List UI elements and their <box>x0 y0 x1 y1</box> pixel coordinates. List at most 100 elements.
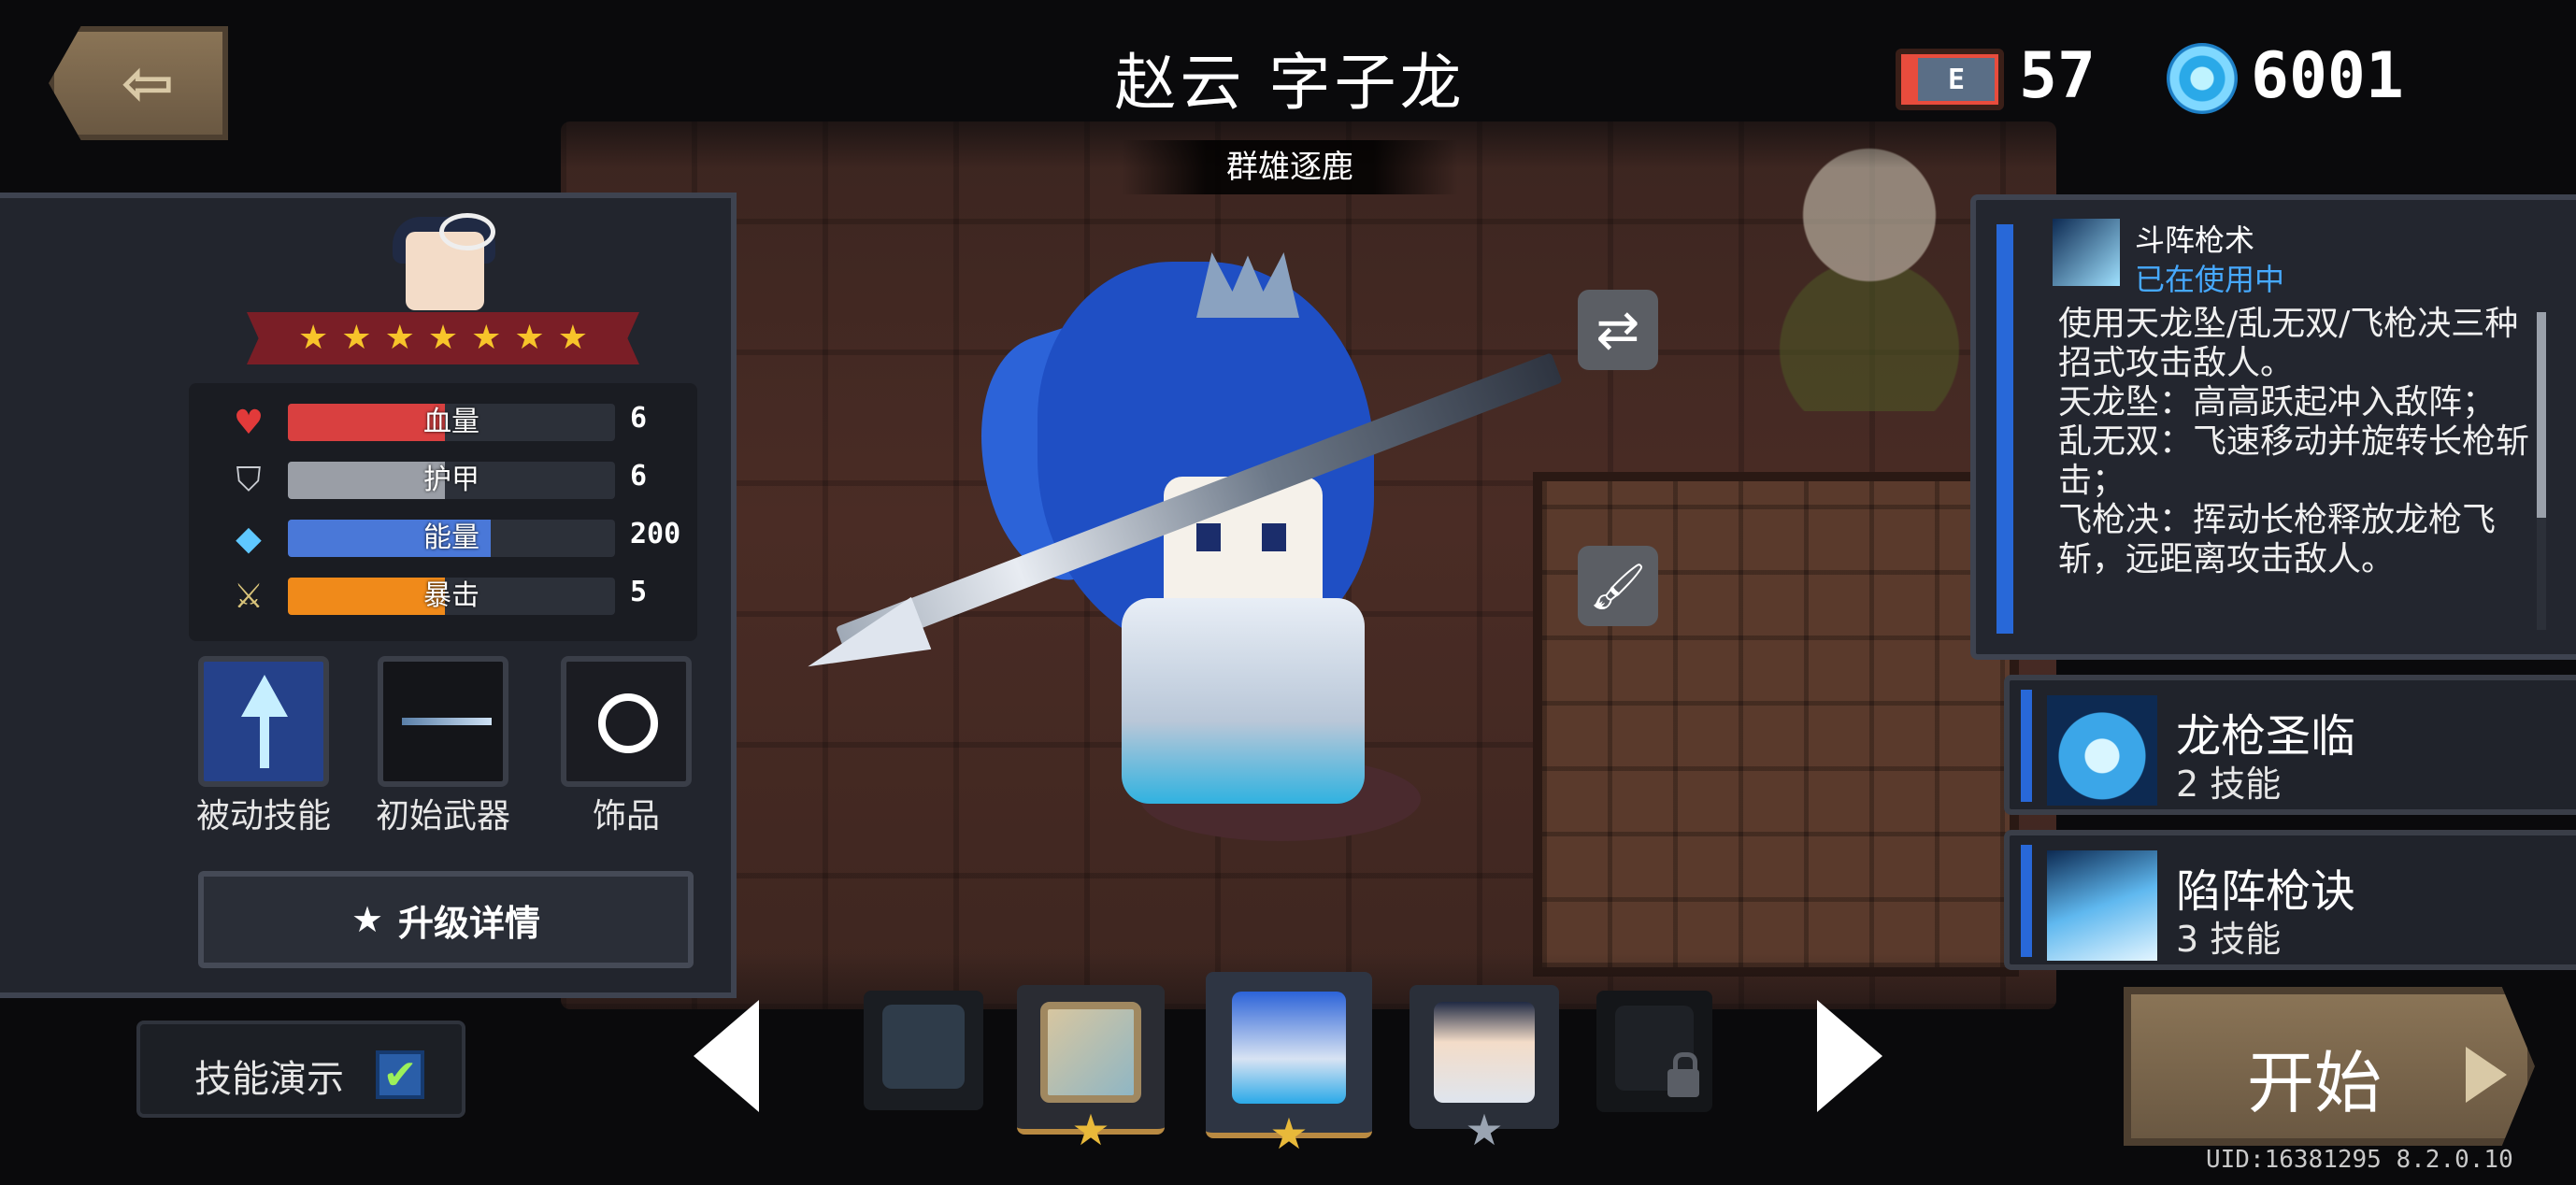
upgrade-details-button[interactable]: ★ 升级详情 <box>198 871 694 968</box>
skill-panel-accent <box>1996 224 2013 634</box>
skill-card-formation-spear[interactable]: 陷阵枪诀 3 技能 <box>2004 830 2576 970</box>
skill-card-accent <box>2021 845 2032 957</box>
skill-status: 已在使用中 <box>2135 262 2285 297</box>
hero-eye-right <box>1262 523 1286 551</box>
star-icon: ★ <box>1465 1105 1504 1155</box>
stat-row-hp: ♥ 血量 6 <box>189 396 697 447</box>
gem-icon <box>2167 43 2238 114</box>
spear-skill-icon <box>2053 219 2120 286</box>
start-button[interactable]: 开始 <box>2124 987 2535 1146</box>
hero-portrait <box>374 213 514 325</box>
stat-row-armor: ⛉ 护甲 6 <box>189 454 697 505</box>
skill-card-type: 技能 <box>2210 919 2282 960</box>
rating-star-icon: ★ <box>427 319 459 357</box>
char-slot-3-selected[interactable]: ★ <box>1206 972 1372 1155</box>
exit-button[interactable]: ⇦ <box>49 26 228 140</box>
gem-count: 6001 <box>2251 39 2404 113</box>
armor-value: 6 <box>630 460 648 493</box>
ticket-count: 57 <box>2019 39 2096 113</box>
skill-title: 斗阵枪术 <box>2135 222 2255 258</box>
portrait-hat <box>439 213 495 250</box>
stat-row-energy: ◆ 能量 200 <box>189 512 697 563</box>
uid-version-text: UID:16381295 8.2.0.10 <box>2206 1146 2513 1174</box>
starting-weapon-label: 初始武器 <box>375 797 510 835</box>
rating-star-icon: ★ <box>557 319 588 357</box>
hero-eye-left <box>1196 523 1221 551</box>
hp-value: 6 <box>630 402 648 435</box>
crit-value: 5 <box>630 576 648 608</box>
skill-card-meta: 2 技能 <box>2176 755 2281 807</box>
skill-card-dragon-spear[interactable]: 龙枪圣临 2 技能 <box>2004 675 2576 815</box>
energy-value: 200 <box>630 518 681 550</box>
char-slot-4[interactable]: ★ <box>1410 985 1559 1151</box>
heart-icon: ♥ <box>233 403 265 442</box>
star-icon: ★ <box>1269 1108 1309 1159</box>
skill-icon <box>2047 850 2157 961</box>
play-arrow-icon <box>2466 1047 2507 1103</box>
exit-icon: ⇦ <box>121 46 175 121</box>
accessory-label: 饰品 <box>592 797 660 835</box>
character-thumbnail <box>882 1005 965 1089</box>
hero-body <box>1122 598 1365 804</box>
stats-box: ♥ 血量 6 ⛉ 护甲 6 ◆ 能量 200 ⚔ 暴击 5 <box>189 383 697 641</box>
crit-bar: 暴击 <box>288 578 615 615</box>
rating-star-icon: ★ <box>471 319 502 357</box>
paint-brush-button[interactable]: 🖌 <box>1578 546 1658 626</box>
skill-card-number: 3 <box>2176 919 2199 960</box>
swap-icon: ⇄ <box>1596 299 1640 361</box>
rating-star-icon: ★ <box>514 319 545 357</box>
skill-demo-label: 技能演示 <box>194 1058 344 1101</box>
char-slot-5-locked[interactable] <box>1596 991 1712 1112</box>
star-rating-banner: ★ ★ ★ ★ ★ ★ ★ <box>247 312 639 364</box>
scrollbar-thumb[interactable] <box>2537 312 2546 518</box>
stat-row-crit: ⚔ 暴击 5 <box>189 570 697 621</box>
passive-skill-label: 被动技能 <box>195 797 331 835</box>
upgrade-details-label: 升级详情 <box>398 902 541 944</box>
checkmark-icon: ✔ <box>382 1050 418 1099</box>
skill-card-number: 2 <box>2176 764 2199 805</box>
active-skill-panel: 斗阵枪术 已在使用中 使用天龙坠/乱无双/飞枪决三种招式攻击敌人。 天龙坠：高高… <box>1970 194 2576 660</box>
char-slot-1[interactable] <box>864 991 983 1110</box>
skill-demo-checkbox[interactable]: ✔ <box>376 1050 424 1099</box>
accessory-slot[interactable] <box>561 656 692 787</box>
skill-demo-toggle[interactable]: 技能演示 ✔ <box>136 1021 465 1118</box>
hp-bar: 血量 <box>288 404 615 441</box>
hero-crown <box>1196 252 1299 318</box>
ring-icon <box>598 693 658 753</box>
skill-card-type: 技能 <box>2210 764 2282 805</box>
character-thumbnail <box>1433 1002 1536 1104</box>
start-button-label: 开始 <box>2247 1044 2383 1122</box>
energy-label: 能量 <box>423 521 479 554</box>
swap-skin-button[interactable]: ⇄ <box>1578 290 1658 370</box>
armor-bar: 护甲 <box>288 462 615 499</box>
crit-label: 暴击 <box>423 579 479 612</box>
skill-icon <box>2047 695 2157 806</box>
skill-card-meta: 3 技能 <box>2176 910 2281 962</box>
character-thumbnail <box>1040 1002 1141 1104</box>
rating-star-icon: ★ <box>298 319 329 357</box>
star-icon: ★ <box>1071 1105 1110 1155</box>
passive-skill-slot[interactable] <box>198 656 329 787</box>
ticket-label: E <box>1918 58 1995 101</box>
sword-icon: ⚔ <box>233 577 265 616</box>
armor-label: 护甲 <box>423 464 479 496</box>
skill-description: 使用天龙坠/乱无双/飞枪决三种招式攻击敌人。 天龙坠：高高跃起冲入敌阵； 乱无双… <box>2058 305 2530 578</box>
ticket-icon: E <box>1896 49 2004 110</box>
spear-weapon-icon <box>402 718 492 725</box>
starting-weapon-slot[interactable] <box>378 656 508 787</box>
char-slot-2[interactable]: ★ <box>1017 985 1165 1151</box>
paint-roller-icon: 🖌 <box>1589 560 1647 613</box>
rating-star-icon: ★ <box>384 319 415 357</box>
passive-skill-icon <box>241 675 288 768</box>
skill-card-accent <box>2021 690 2032 802</box>
hero-subtitle: 群雄逐鹿 <box>1122 140 1458 194</box>
hero-sprite <box>841 224 1589 897</box>
rating-star-icon: ★ <box>341 319 372 357</box>
star-icon: ★ <box>351 899 384 940</box>
skill-description-scrollbar[interactable] <box>2537 312 2546 630</box>
shield-icon: ⛉ <box>236 461 262 499</box>
lock-icon <box>1667 1052 1699 1097</box>
energy-bar: 能量 <box>288 520 615 557</box>
hero-name-title: 赵云 字子龙 <box>1114 47 1466 119</box>
hp-label: 血量 <box>423 406 479 438</box>
